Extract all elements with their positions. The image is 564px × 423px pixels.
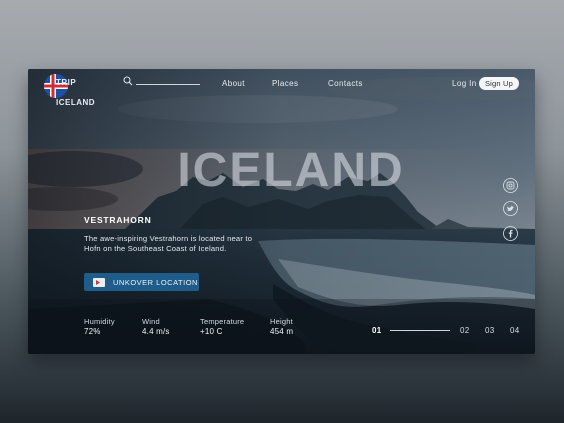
stat-temperature-label: Temperature [200,317,245,326]
stat-temperature-value: +10 C [200,327,223,336]
uncover-location-label: UNKOVER LOCATION [113,277,198,287]
search-input[interactable] [136,84,200,85]
location-icon [93,277,105,287]
nav-places[interactable]: Places [272,79,298,88]
page-02[interactable]: 02 [460,326,470,335]
stat-wind-label: Wind [142,317,160,326]
stat-height-label: Height [270,317,293,326]
stat-height-value: 454 m [270,327,294,336]
twitter-icon[interactable] [503,201,518,216]
nav-about[interactable]: About [222,79,245,88]
page-01[interactable]: 01 [372,326,382,335]
location-headline: VESTRAHORN [84,215,152,225]
location-description: The awe-inspiring Vestrahorn is located … [84,234,253,253]
landscape-image [28,69,535,354]
page-title: ICELAND [177,144,405,197]
instagram-icon[interactable] [503,178,518,193]
uncover-location-button[interactable]: UNKOVER LOCATION [84,273,199,291]
stat-humidity-label: Humidity [84,317,115,326]
login-link[interactable]: Log In [452,79,477,88]
logo-text-iceland[interactable]: ICELAND [56,98,95,108]
hero-card: TRIP ICELAND About Places Contacts Log I… [28,69,535,354]
stat-wind-value: 4.4 m/s [142,327,170,336]
page-04[interactable]: 04 [510,326,520,335]
signup-button[interactable]: Sign Up [479,77,519,90]
page-03[interactable]: 03 [485,326,495,335]
page-progress-line [390,330,450,331]
nav-contacts[interactable]: Contacts [328,79,363,88]
stat-humidity-value: 72% [84,327,101,336]
search-icon[interactable] [123,76,133,86]
facebook-icon[interactable] [503,226,518,241]
logo-text-trip[interactable]: TRIP [56,78,76,88]
